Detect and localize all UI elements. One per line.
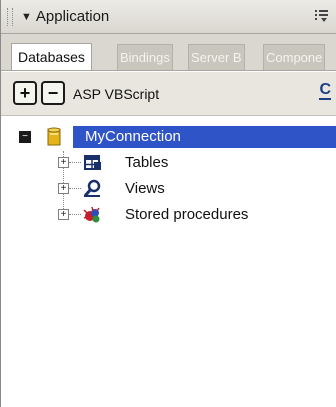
expand-toggle-icon[interactable]: + bbox=[58, 157, 69, 168]
tab-server-behaviors[interactable]: Server B bbox=[188, 44, 245, 70]
tree-item-label: Tables bbox=[125, 154, 169, 171]
panel-grip-handle[interactable] bbox=[7, 7, 13, 26]
database-tree: − MyConnection + Tables + Views + Stored… bbox=[1, 117, 336, 407]
tree-item-connection[interactable]: − MyConnection bbox=[13, 125, 336, 149]
expand-toggle-icon[interactable]: + bbox=[58, 209, 69, 220]
database-cylinder-icon bbox=[45, 127, 65, 147]
tab-databases[interactable]: Databases bbox=[11, 43, 92, 70]
collapse-toggle-icon[interactable]: − bbox=[19, 131, 31, 143]
tree-item-views[interactable]: + Views bbox=[1, 177, 336, 201]
stored-procedure-icon bbox=[81, 204, 101, 224]
tree-item-label: MyConnection bbox=[85, 128, 181, 145]
application-panel: ▼ Application Databases Bindings Server … bbox=[0, 0, 336, 407]
collapse-arrow-icon[interactable]: ▼ bbox=[21, 11, 32, 23]
tab-components[interactable]: Compone bbox=[263, 44, 326, 70]
expand-toggle-icon[interactable]: + bbox=[58, 183, 69, 194]
tree-item-label: Stored procedures bbox=[125, 206, 249, 223]
magnifier-view-icon bbox=[83, 179, 103, 199]
add-connection-button[interactable]: + bbox=[13, 81, 37, 105]
panel-options-icon[interactable] bbox=[315, 9, 329, 23]
databases-toolbar: + − ASP VBScript C bbox=[1, 72, 336, 116]
server-model-label: ASP VBScript bbox=[73, 86, 160, 102]
remove-connection-button[interactable]: − bbox=[41, 81, 65, 105]
table-icon bbox=[83, 153, 103, 173]
tab-bindings[interactable]: Bindings bbox=[117, 44, 173, 70]
refresh-button[interactable]: C bbox=[319, 82, 331, 100]
tree-item-tables[interactable]: + Tables bbox=[1, 151, 336, 175]
tree-item-label: Views bbox=[125, 180, 165, 197]
panel-title: Application bbox=[35, 8, 110, 25]
panel-header[interactable]: ▼ Application bbox=[1, 0, 336, 34]
panel-tabs: Databases Bindings Server B Compone bbox=[1, 34, 336, 71]
tree-item-stored-procedures[interactable]: + Stored procedures bbox=[1, 203, 336, 227]
